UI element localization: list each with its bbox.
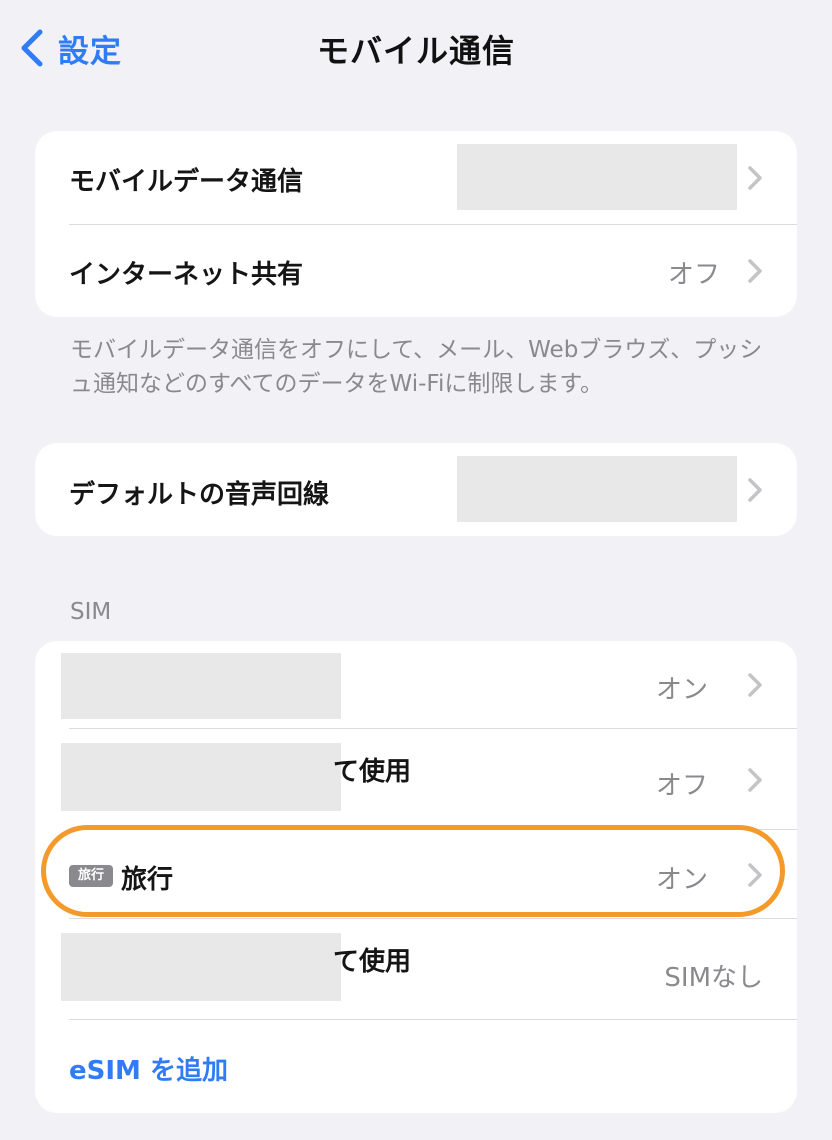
page-title: モバイル通信 <box>316 32 515 70</box>
row-label: デフォルトの音声回線 <box>69 480 330 510</box>
add-esim-link[interactable]: eSIM を追加 <box>69 1050 228 1087</box>
mobile-data-group: モバイルデータ通信 インターネット共有 オフ <box>35 131 797 317</box>
row-sim-4[interactable]: て使用 SIMなし <box>35 919 797 1019</box>
row-sim-2[interactable]: て使用 オフ <box>35 729 797 829</box>
voice-line-group: デフォルトの音声回線 <box>35 443 797 536</box>
mobile-settings-screen: 設定 モバイル通信 モバイルデータ通信 インターネット共有 オフ モバイルデータ… <box>0 0 832 1140</box>
row-value: オフ <box>655 771 708 801</box>
chevron-right-icon <box>748 673 762 697</box>
highlight-annotation-ring <box>41 825 785 917</box>
row-sim-1[interactable]: オン <box>35 641 797 728</box>
navigation-bar: 設定 モバイル通信 <box>0 0 832 100</box>
chevron-right-icon <box>748 768 762 792</box>
row-personal-hotspot[interactable]: インターネット共有 オフ <box>35 225 797 317</box>
row-value: SIMなし <box>664 963 763 993</box>
redacted-label <box>61 933 341 1001</box>
redacted-value <box>457 456 737 522</box>
chevron-right-icon <box>748 478 762 502</box>
add-esim-row[interactable]: eSIM を追加 <box>35 1020 797 1113</box>
row-value: オン <box>655 675 708 705</box>
row-mobile-data[interactable]: モバイルデータ通信 <box>35 131 797 224</box>
row-label-suffix: て使用 <box>333 757 412 787</box>
redacted-label <box>61 743 341 811</box>
section-header-sim: SIM <box>70 599 112 625</box>
row-default-voice-line[interactable]: デフォルトの音声回線 <box>35 443 797 536</box>
chevron-right-icon <box>748 166 762 190</box>
chevron-right-icon <box>748 259 762 283</box>
row-label-suffix: て使用 <box>333 947 412 977</box>
mobile-data-footer-note: モバイルデータ通信をオフにして、メール、Webブラウズ、プッシュ通知などのすべて… <box>70 337 763 397</box>
redacted-label <box>61 653 341 719</box>
row-label: モバイルデータ通信 <box>69 167 304 197</box>
row-value: オフ <box>667 260 720 290</box>
row-label: インターネット共有 <box>69 260 304 290</box>
redacted-value <box>457 144 737 210</box>
